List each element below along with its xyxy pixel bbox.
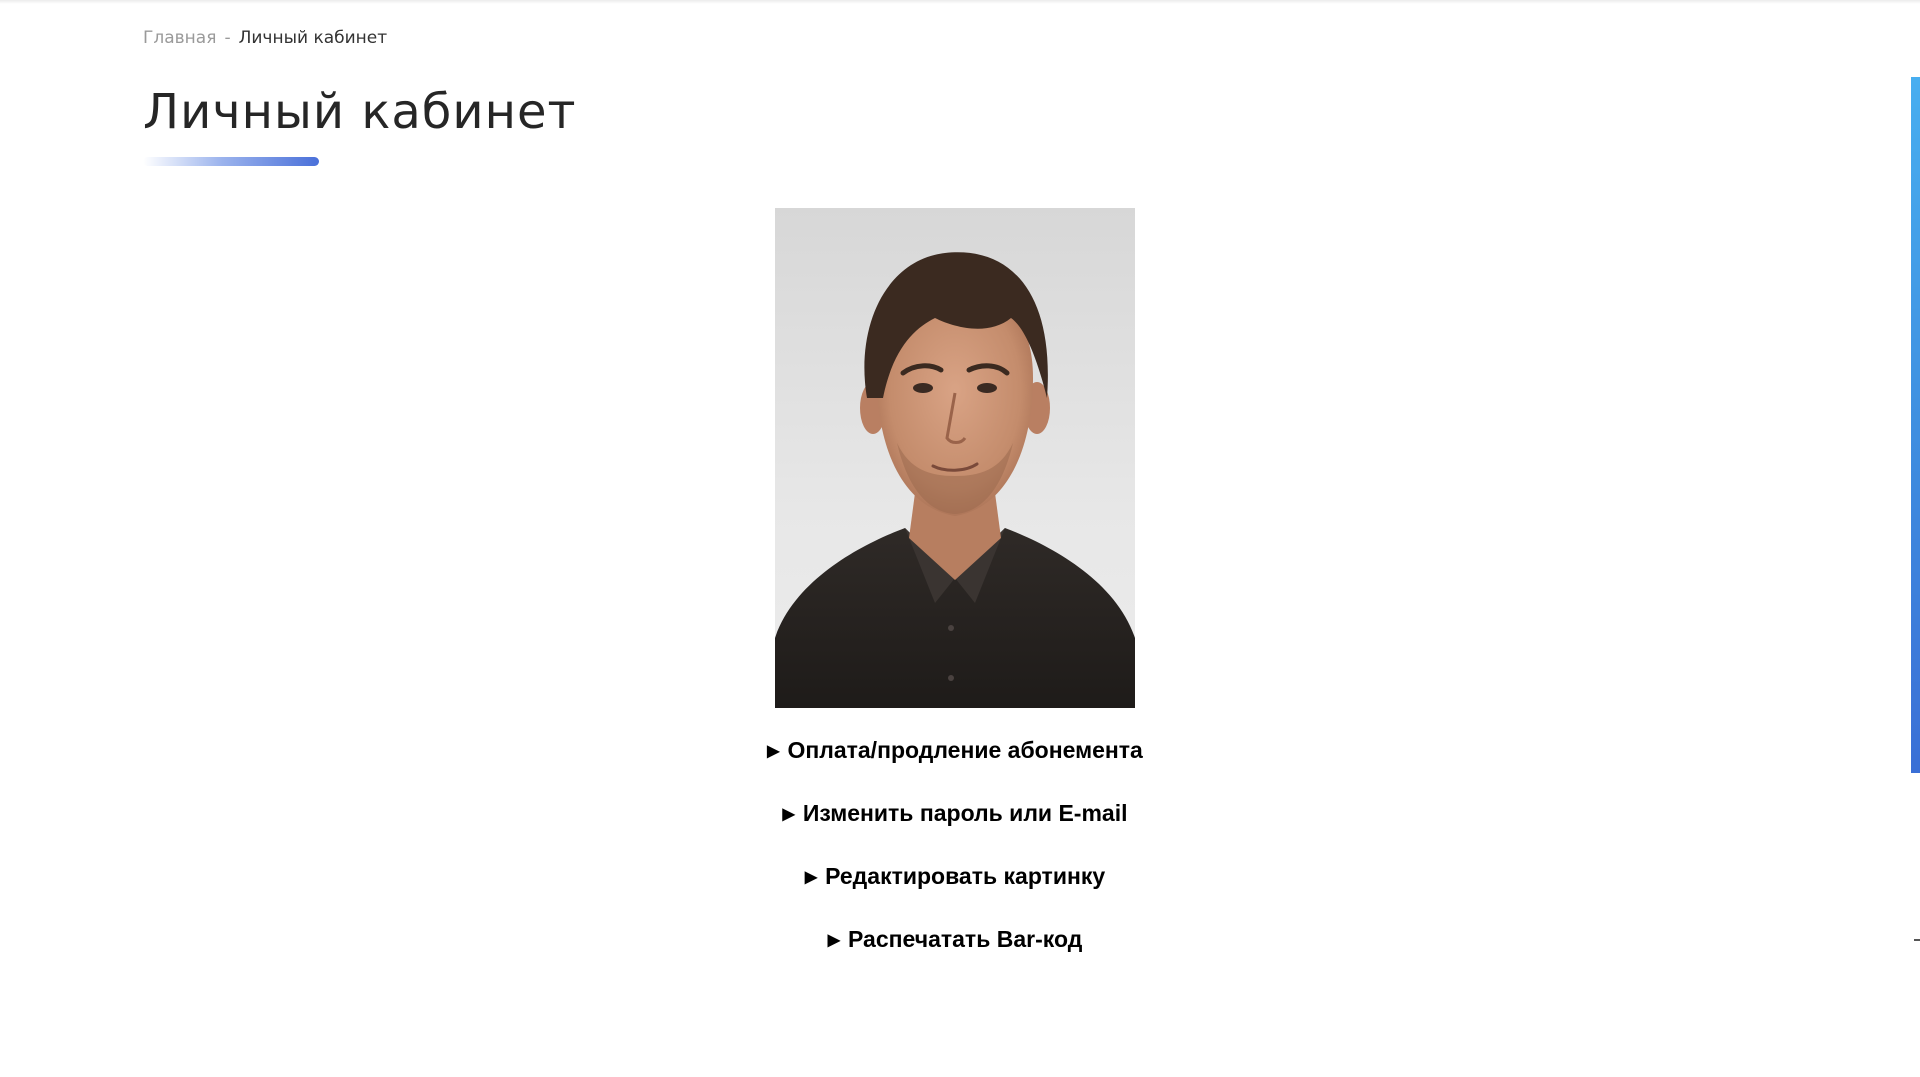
menu-item: ▶ Изменить пароль или E-mail [0, 793, 1910, 856]
menu-item-label: Редактировать картинку [825, 863, 1106, 889]
menu-item: ▶ Редактировать картинку [0, 856, 1910, 919]
menu-item-label: Распечатать Bar-код [848, 926, 1083, 952]
scrollbar-thumb[interactable] [1911, 77, 1920, 773]
account-menu: ▶ Оплата/продление абонемента ▶ Изменить п… [0, 730, 1910, 982]
triangle-right-icon: ▶ [782, 806, 795, 823]
edit-picture-link[interactable]: ▶ Редактировать картинку [805, 856, 1105, 898]
menu-item-label: Изменить пароль или E-mail [802, 800, 1128, 826]
profile-photo [775, 208, 1135, 708]
triangle-right-icon: ▶ [767, 743, 780, 760]
page: Главная-Личный кабинет Личный кабинет [0, 0, 1920, 1077]
header-shadow [0, 0, 1920, 4]
edge-marker [1914, 939, 1920, 941]
breadcrumb: Главная - Личный кабинет [143, 28, 387, 48]
menu-item-label: Оплата/продление абонемента [787, 737, 1143, 763]
print-barcode-link[interactable]: ▶ Распечатать Bar-код [828, 919, 1083, 961]
menu-item: ▶ Оплата/продление абонемента [0, 730, 1910, 793]
breadcrumb-separator: - [224, 28, 231, 48]
triangle-right-icon: ▶ [827, 932, 840, 949]
page-title: Личный кабинет [143, 84, 577, 140]
menu-item: ▶ Распечатать Bar-код [0, 919, 1910, 982]
change-password-email-link[interactable]: ▶ Изменить пароль или E-mail [783, 793, 1128, 835]
breadcrumb-home-link[interactable]: Главная [143, 28, 216, 48]
triangle-right-icon: ▶ [804, 869, 818, 886]
breadcrumb-current: Личный кабинет [238, 28, 388, 48]
profile-photo-illustration [775, 252, 1135, 708]
title-underline [143, 157, 319, 166]
payment-renewal-link[interactable]: ▶ Оплата/продление абонемента [767, 730, 1143, 772]
